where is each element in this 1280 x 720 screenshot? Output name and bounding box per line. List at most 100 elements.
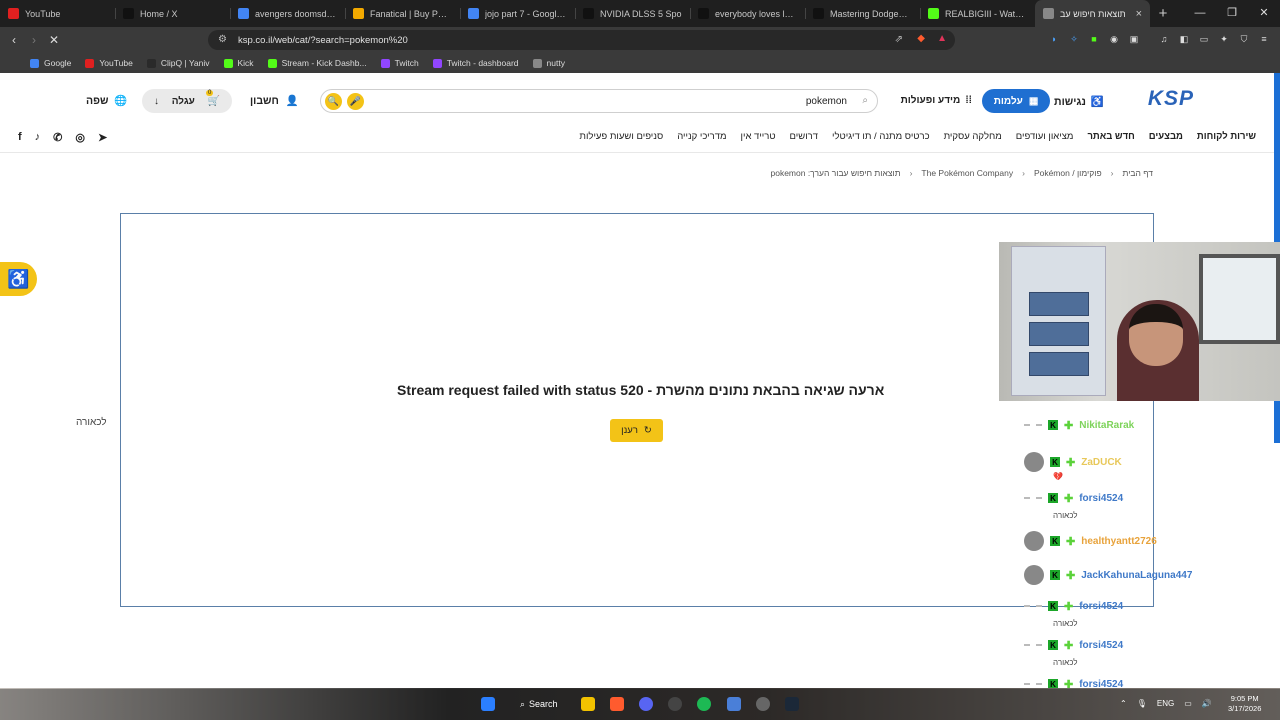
error-message: Stream request failed with status 520 - … — [397, 382, 885, 398]
bookmark-item[interactable]: nutty — [532, 58, 565, 68]
close-tab-icon[interactable]: × — [1136, 8, 1142, 20]
browser-tab[interactable]: REALBIGIII - Watch clip — [920, 0, 1035, 27]
app-icon[interactable] — [727, 697, 741, 711]
chevron-left-icon: ‹ — [1110, 168, 1114, 178]
site-nav-item[interactable]: מחלקה עסקית — [944, 131, 1002, 142]
language-selector[interactable]: שפה 🌐 — [86, 94, 127, 108]
discord-icon[interactable] — [639, 697, 653, 711]
avatar — [1024, 531, 1044, 551]
app-icon[interactable] — [668, 697, 682, 711]
new-tab-icon[interactable]: + — [1150, 5, 1176, 22]
bookmark-item[interactable]: Stream - Kick Dashb... — [267, 58, 367, 68]
sidebar-icon[interactable]: ◧ — [1178, 33, 1190, 45]
extension-icon[interactable]: ▣ — [1128, 33, 1140, 45]
worlds-button[interactable]: עלמות ▦ — [982, 89, 1050, 113]
retry-button[interactable]: רענן ↻ — [610, 419, 663, 442]
leo-icon[interactable]: ✦ — [1218, 33, 1230, 45]
windows-start-icon[interactable] — [481, 697, 495, 711]
taskbar-search[interactable]: ⌕ Search — [520, 699, 558, 710]
webcam-overlay — [999, 242, 1280, 401]
brave-shield-icon[interactable]: ◆ — [917, 33, 925, 44]
cart-button[interactable]: ↓ עגלה 🛒 — [142, 89, 232, 113]
forward-icon[interactable]: › — [24, 33, 44, 47]
file-explorer-icon[interactable] — [581, 697, 595, 711]
bookmark-item[interactable]: Twitch - dashboard — [432, 58, 519, 68]
browser-tab[interactable]: YouTube — [0, 0, 115, 27]
site-nav-item[interactable]: טרייד אין — [741, 131, 776, 142]
instagram-icon[interactable]: ◎ — [75, 131, 85, 144]
info-actions-link[interactable]: מידע ופעולות ⁞⁞ — [901, 95, 972, 106]
accessibility-link[interactable]: נגישות ♿ — [1054, 95, 1104, 109]
tab-title: Home / X — [140, 8, 178, 19]
media-icon[interactable]: ♫ — [1158, 33, 1170, 45]
side-text: לכאורה — [76, 417, 107, 428]
extension-icon[interactable]: ✧ — [1068, 33, 1080, 45]
brave-rewards-icon[interactable]: ▲ — [937, 33, 947, 44]
facebook-icon[interactable]: f — [18, 131, 22, 144]
chevron-up-icon[interactable]: ⌃ — [1120, 699, 1127, 708]
extension-icon[interactable]: ◗ — [1048, 33, 1060, 45]
browser-tab[interactable]: Mastering Dodges in R — [805, 0, 920, 27]
restore-icon[interactable]: ❐ — [1216, 0, 1248, 27]
site-nav-item[interactable]: מבצעים — [1149, 131, 1183, 142]
spotify-icon[interactable] — [697, 697, 711, 711]
site-nav-item[interactable]: מציאון ועודפים — [1016, 131, 1074, 142]
breadcrumb-item[interactable]: פוקימון / Pokémon — [1034, 168, 1102, 178]
browser-tab[interactable]: everybody loves leon — [690, 0, 805, 27]
browser-tab[interactable]: Home / X — [115, 0, 230, 27]
site-nav-item[interactable]: חדש באתר — [1087, 131, 1134, 142]
bookmark-item[interactable]: Twitch — [380, 58, 419, 68]
browser-tab[interactable]: Fanatical | Buy PC Gam — [345, 0, 460, 27]
share-icon[interactable]: ⇗ — [895, 34, 903, 45]
bookmark-item[interactable]: YouTube — [85, 58, 133, 68]
accessibility-float-button[interactable]: ♿ — [0, 262, 37, 296]
address-bar[interactable]: ⚙ ksp.co.il/web/cat/?search=pokemon%20 ⇗… — [208, 30, 955, 50]
stop-loading-icon[interactable]: ✕ — [44, 33, 64, 47]
vpn-icon[interactable]: ⛉ — [1238, 33, 1250, 45]
ksp-logo[interactable]: KSP — [1148, 87, 1194, 111]
tab-favicon-icon — [813, 8, 824, 19]
avatar — [1024, 644, 1042, 652]
menu-icon[interactable]: ≡ — [1258, 33, 1270, 45]
whatsapp-icon[interactable]: ✆ — [53, 131, 62, 144]
extension-icon[interactable]: ◉ — [1108, 33, 1120, 45]
tiktok-icon[interactable]: ♪ — [35, 131, 41, 144]
close-window-icon[interactable]: ✕ — [1248, 0, 1280, 27]
back-icon[interactable]: ‹ — [4, 33, 24, 47]
bookmark-favicon-icon — [267, 58, 277, 68]
browser-tab[interactable]: תוצאות חיפוש עב × — [1035, 0, 1150, 27]
network-icon[interactable]: ▭ — [1184, 699, 1192, 708]
site-nav-item[interactable]: דרושים — [790, 131, 818, 142]
bookmark-item[interactable]: Kick — [223, 58, 254, 68]
site-nav-item[interactable]: סניפים ושעות פעילות — [579, 131, 663, 142]
minimize-icon[interactable]: — — [1184, 0, 1216, 27]
bookmark-item[interactable]: Google — [30, 58, 71, 68]
user-icon: 👤 — [285, 95, 299, 107]
breadcrumb-item[interactable]: The Pokémon Company — [921, 168, 1013, 178]
tab-favicon-icon — [583, 8, 594, 19]
browser-tab[interactable]: NVIDIA DLSS 5 Spo — [575, 0, 690, 27]
bookmark-item[interactable]: ClipQ | Yaniv — [146, 58, 210, 68]
wallet-icon[interactable]: ▭ — [1198, 33, 1210, 45]
site-info-icon[interactable]: ⚙ — [218, 34, 227, 45]
volume-icon[interactable]: 🔊 — [1202, 699, 1212, 708]
extension-icon[interactable]: ■ — [1088, 33, 1100, 45]
site-nav-item[interactable]: כרטיס מתנה / תו דיגיטלי — [832, 131, 930, 142]
steam-icon[interactable] — [785, 697, 799, 711]
telegram-icon[interactable]: ➤ — [98, 131, 107, 144]
site-nav-item[interactable]: מדריכי קנייה — [677, 131, 726, 142]
voice-search-icon[interactable]: 🎤 — [347, 93, 364, 110]
clock[interactable]: 9:05 PM 3/17/2026 — [1228, 694, 1261, 714]
language-indicator[interactable]: ENG — [1157, 699, 1174, 708]
microphone-icon[interactable]: 🎙 — [1137, 699, 1147, 708]
search-button-icon[interactable]: 🔍 — [325, 93, 342, 110]
browser-tab[interactable]: avengers doomsday - — [230, 0, 345, 27]
brave-icon[interactable] — [610, 697, 624, 711]
obs-icon[interactable] — [756, 697, 770, 711]
account-link[interactable]: חשבון 👤 — [250, 94, 299, 108]
site-nav-item[interactable]: שירות לקוחות — [1197, 131, 1256, 142]
browser-tab[interactable]: jojo part 7 - Google Se — [460, 0, 575, 27]
avatar — [1024, 497, 1042, 505]
search-input[interactable] — [321, 95, 877, 107]
breadcrumb-item[interactable]: דף הבית — [1123, 168, 1154, 178]
